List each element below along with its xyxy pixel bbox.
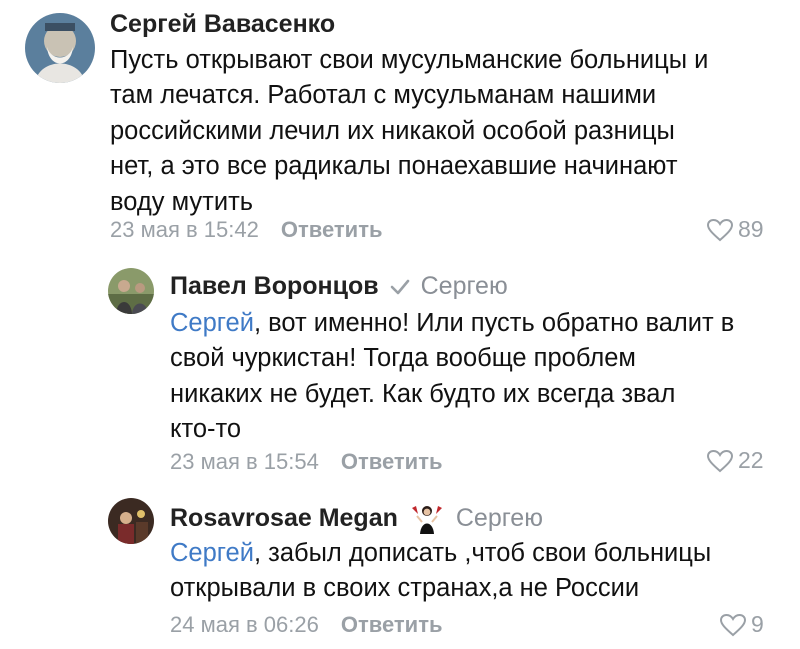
verified-check-icon	[389, 276, 411, 298]
comment-line: Сергей, забыл дописать ,чтоб свои больни…	[170, 539, 712, 567]
comment-author: Rosavrosae Megan Сергею	[170, 502, 543, 534]
comment-date[interactable]: 23 мая в 15:54	[170, 449, 319, 475]
heart-icon	[719, 613, 747, 636]
comment-line: кто-то	[170, 415, 242, 444]
comment-line: нет, а это все радикалы понаехавшие начи…	[110, 152, 678, 181]
comment-text: Сергей, забыл дописать ,чтоб свои больни…	[170, 536, 790, 607]
comment-line: Сергей, вот именно! Или пусть обратно ва…	[170, 309, 735, 337]
comment-line: Пусть открывают свои мусульманские больн…	[110, 46, 709, 74]
mention-link[interactable]: Сергей	[170, 539, 254, 567]
comment-date[interactable]: 24 мая в 06:26	[170, 612, 319, 638]
comment-meta: 23 мая в 15:42 Ответить	[110, 217, 383, 243]
avatar[interactable]	[25, 13, 95, 83]
comment-line: российскими лечил их никакой особой разн…	[110, 116, 675, 145]
comment-line: воду мутить	[110, 187, 254, 216]
avatar[interactable]	[108, 268, 154, 314]
heart-icon	[706, 449, 734, 472]
reply-button[interactable]: Ответить	[341, 612, 443, 638]
comment-text: Пусть открывают свои мусульманские больн…	[110, 43, 790, 220]
comment-reply: Rosavrosae Megan Сергею Сергей, забыл до…	[0, 480, 800, 649]
comment-author[interactable]: Сергей Вавасенко	[110, 10, 335, 39]
comment-line: открывали в своих странах,а не России	[170, 574, 640, 603]
comment: Сергей Вавасенко Пусть открывают свои му…	[0, 0, 800, 250]
comment-meta: 24 мая в 06:26 Ответить	[170, 612, 443, 638]
comment-line: никаких не будет. Как будто их всегда зв…	[170, 379, 676, 408]
mention-link[interactable]: Сергей	[170, 309, 254, 337]
like-count: 9	[751, 611, 764, 637]
reply-button[interactable]: Ответить	[341, 449, 443, 475]
reply-button[interactable]: Ответить	[281, 217, 383, 243]
like-button[interactable]: 22	[706, 447, 764, 474]
comment-line: там лечатся. Работал с мусульманам нашим…	[110, 81, 657, 110]
like-button[interactable]: 89	[706, 216, 764, 243]
comment-date[interactable]: 23 мая в 15:42	[110, 217, 259, 243]
comment-line: свой чуркистан! Тогда вообще проблем	[170, 344, 636, 373]
comment-meta: 23 мая в 15:54 Ответить	[170, 449, 443, 475]
like-button[interactable]: 9	[719, 611, 764, 638]
comment-author: Павел Воронцов Сергею	[170, 272, 508, 301]
avatar[interactable]	[108, 498, 154, 544]
heart-icon	[706, 218, 734, 241]
reply-to-link[interactable]: Сергею	[421, 272, 508, 301]
like-count: 22	[738, 447, 764, 473]
emoji-badge-icon	[408, 502, 446, 534]
comment-reply: Павел Воронцов Сергею Сергей, вот именно…	[0, 250, 800, 480]
reply-to-link[interactable]: Сергею	[456, 504, 543, 533]
like-count: 89	[738, 216, 764, 242]
comment-text: Сергей, вот именно! Или пусть обратно ва…	[170, 306, 790, 448]
